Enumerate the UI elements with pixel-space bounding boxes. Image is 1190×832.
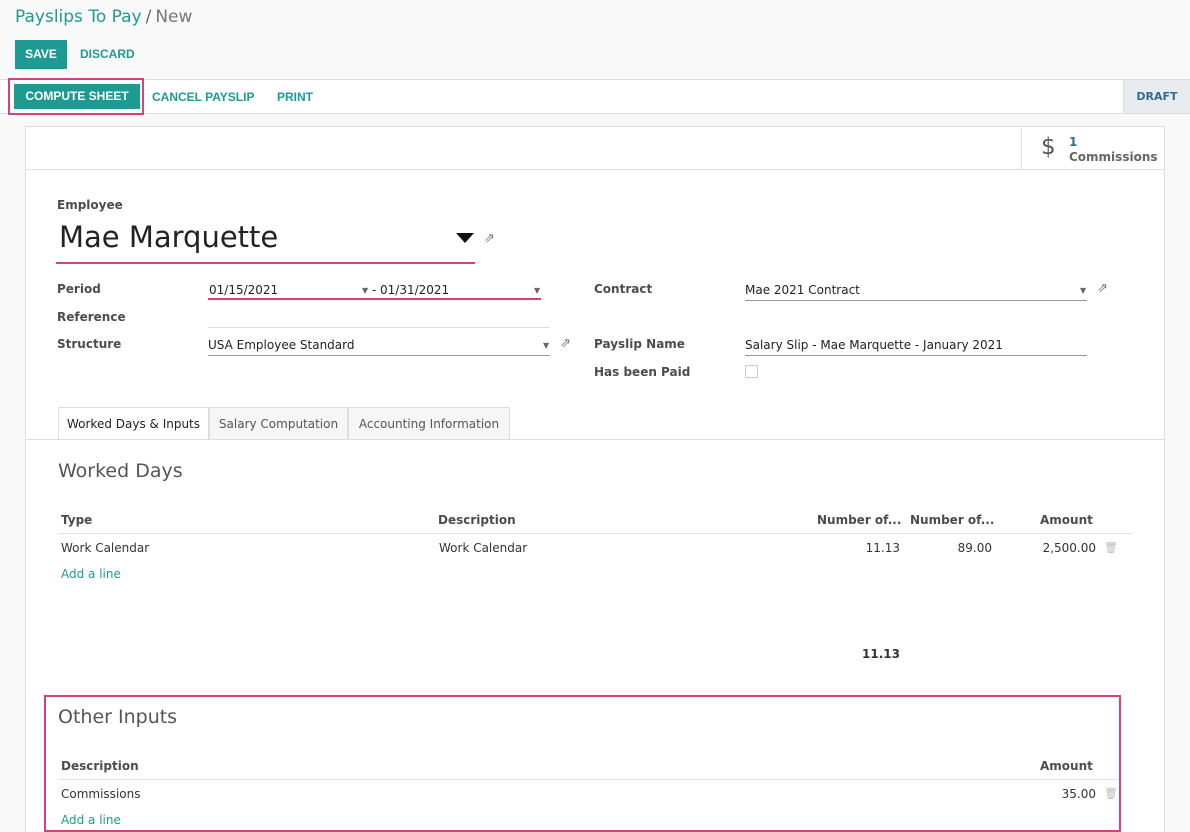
col-input-description[interactable]: Description (61, 759, 139, 773)
employee-label: Employee (57, 198, 123, 212)
add-line-link[interactable]: Add a line (61, 567, 121, 581)
structure-label: Structure (57, 337, 122, 351)
table-cell-amount[interactable]: 2,500.00 (1030, 541, 1096, 555)
reference-input[interactable] (208, 327, 550, 328)
breadcrumb-current: New (155, 7, 193, 27)
col-input-amount[interactable]: Amount (1040, 759, 1093, 773)
trash-icon[interactable]: 🗑 (1104, 787, 1118, 800)
structure-field[interactable]: USA Employee Standard (208, 338, 354, 352)
tab-salary-computation[interactable]: Salary Computation (209, 407, 348, 439)
structure-caret-icon[interactable]: ▼ (543, 341, 549, 350)
state-draft[interactable]: DRAFT (1123, 80, 1190, 113)
date-to-caret-icon[interactable]: ▼ (534, 286, 540, 295)
structure-underline (208, 355, 550, 356)
employee-dropdown-icon[interactable] (456, 233, 474, 243)
employee-field[interactable]: Mae Marquette (59, 220, 278, 254)
other-inputs-highlight (44, 695, 1121, 832)
table-cell-type[interactable]: Work Calendar (61, 541, 149, 555)
date-from-caret-icon[interactable]: ▼ (362, 286, 368, 295)
breadcrumb: Payslips To Pay / New (15, 7, 192, 27)
table-cell-days[interactable]: 11.13 (860, 541, 900, 555)
table-divider (58, 779, 1118, 780)
col-type[interactable]: Type (61, 513, 92, 527)
table-cell-input-amount[interactable]: 35.00 (1030, 787, 1096, 801)
reference-label: Reference (57, 310, 126, 324)
save-button[interactable]: SAVE (15, 40, 67, 69)
breadcrumb-separator: / (145, 7, 152, 27)
date-from-field[interactable]: 01/15/2021 (209, 283, 278, 297)
compute-sheet-button[interactable]: COMPUTE SHEET (14, 84, 140, 109)
dollar-icon: $ (1041, 134, 1056, 160)
period-label: Period (57, 282, 101, 296)
button-box (25, 126, 1165, 170)
payslip-name-input[interactable]: Salary Slip - Mae Marquette - January 20… (745, 338, 1003, 352)
commissions-label: Commissions (1069, 150, 1158, 164)
col-amount[interactable]: Amount (1040, 513, 1093, 527)
commissions-count: 1 (1069, 135, 1078, 149)
external-link-icon[interactable]: ⇗ (1097, 281, 1108, 296)
paid-checkbox[interactable] (745, 365, 758, 378)
worked-days-title: Worked Days (58, 460, 183, 482)
employee-underline (56, 262, 475, 264)
date-to-field[interactable]: 01/31/2021 (380, 283, 449, 297)
contract-underline (745, 300, 1087, 301)
period-underline (208, 298, 541, 300)
other-inputs-title: Other Inputs (58, 706, 178, 728)
cancel-payslip-button[interactable]: CANCEL PAYSLIP (152, 90, 254, 104)
table-divider (58, 533, 1132, 534)
table-cell-hours[interactable]: 89.00 (950, 541, 992, 555)
external-link-icon[interactable]: ⇗ (560, 336, 571, 351)
contract-label: Contract (594, 282, 653, 296)
table-cell-description[interactable]: Work Calendar (439, 541, 527, 555)
col-description[interactable]: Description (438, 513, 516, 527)
date-separator: - (372, 283, 377, 297)
trash-icon[interactable]: 🗑 (1104, 541, 1118, 554)
paid-label: Has been Paid (594, 365, 691, 379)
tab-divider (26, 439, 1164, 440)
col-number-days[interactable]: Number of... (817, 513, 901, 527)
tab-accounting[interactable]: Accounting Information (348, 407, 510, 439)
tab-worked-days[interactable]: Worked Days & Inputs (58, 407, 209, 440)
table-cell-input-description[interactable]: Commissions (61, 787, 140, 801)
payslip-name-underline (745, 355, 1087, 356)
col-number-hours[interactable]: Number of... (910, 513, 994, 527)
add-line-link[interactable]: Add a line (61, 813, 121, 827)
payslip-name-label: Payslip Name (594, 337, 685, 351)
breadcrumb-parent[interactable]: Payslips To Pay (15, 7, 142, 27)
external-link-icon[interactable]: ⇗ (484, 231, 495, 246)
print-button[interactable]: PRINT (277, 90, 313, 104)
contract-caret-icon[interactable]: ▼ (1080, 286, 1086, 295)
worked-days-total: 11.13 (862, 647, 900, 661)
discard-button[interactable]: DISCARD (80, 47, 135, 61)
contract-field[interactable]: Mae 2021 Contract (745, 283, 860, 297)
